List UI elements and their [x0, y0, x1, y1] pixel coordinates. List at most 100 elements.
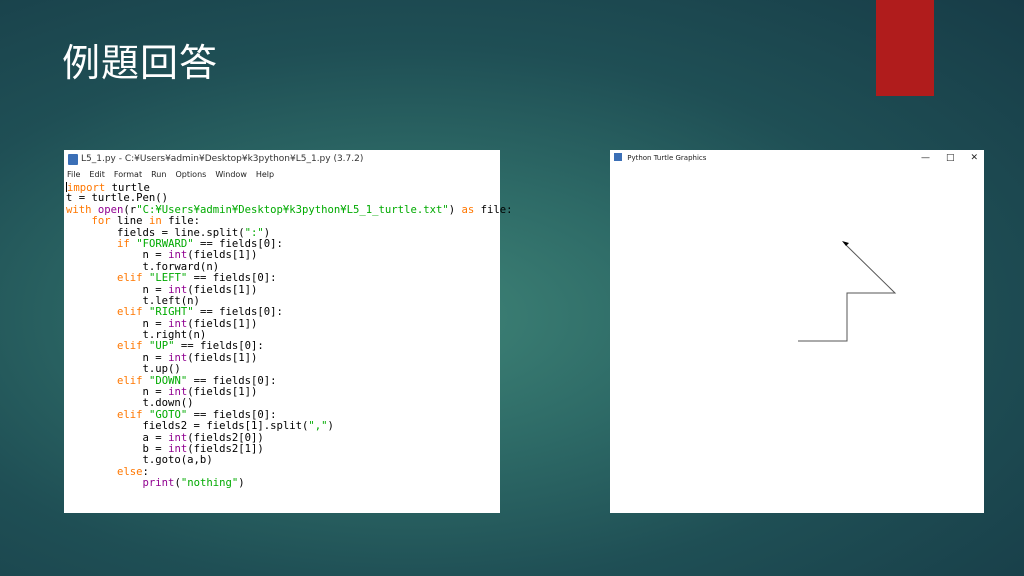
code-token: else [117, 465, 143, 478]
code-token: n = [66, 386, 169, 399]
turtle-titlebar: Python Turtle Graphics — □ ✕ [610, 150, 984, 166]
code-token: == fields[0]: [193, 306, 283, 319]
code-editor-area[interactable]: import turtle t = turtle.Pen() with open(r… [64, 182, 513, 490]
code-token: (fields[1]) [187, 351, 258, 364]
code-token: "LEFT" [148, 272, 188, 285]
code-token: elif [117, 408, 143, 421]
menu-window[interactable]: Window [215, 168, 247, 182]
code-token: elif [117, 272, 143, 285]
code-token: (fields2[0]) [187, 431, 264, 444]
idle-editor-window: L5_1.py - C:¥Users¥admin¥Desktop¥k3pytho… [64, 150, 513, 513]
turtle-arrow-icon [842, 241, 849, 246]
code-token: "FORWARD" [136, 237, 194, 250]
code-token: t.up() [66, 363, 181, 376]
code-token: "C:¥Users¥admin¥Desktop¥k3python¥L5_1_tu… [136, 203, 449, 216]
code-token: fields = line.split( [66, 226, 245, 239]
code-token: elif [117, 340, 143, 353]
code-token: int [168, 351, 188, 364]
code-token: t.down() [66, 397, 194, 410]
code-token: (fields[1]) [187, 386, 258, 399]
code-token: ) [448, 203, 462, 216]
red-accent-tab [876, 0, 934, 96]
code-token: "nothing" [180, 477, 239, 490]
maximize-icon[interactable]: □ [946, 150, 955, 166]
code-token: print [142, 477, 175, 490]
code-token: ) [238, 477, 245, 490]
code-token: if [117, 237, 130, 250]
turtle-canvas [798, 241, 897, 342]
code-token: file: [161, 215, 200, 228]
code-token: elif [117, 374, 143, 387]
code-token: line [110, 215, 149, 228]
editor-menubar: File Edit Format Run Options Window Help [64, 168, 500, 182]
code-token: in [148, 215, 162, 228]
menu-format[interactable]: Format [114, 168, 142, 182]
menu-help[interactable]: Help [256, 168, 274, 182]
close-icon[interactable]: ✕ [970, 150, 978, 166]
code-token: int [168, 386, 188, 399]
code-token: int [168, 431, 188, 444]
code-token: b = [66, 442, 169, 455]
code-token: == fields[0]: [174, 340, 264, 353]
minimize-icon[interactable]: — [921, 150, 930, 166]
code-token: file: [474, 203, 513, 216]
code-token: t.right(n) [66, 329, 207, 342]
turtle-graphics-window: Python Turtle Graphics — □ ✕ [610, 150, 984, 513]
code-token: int [168, 283, 188, 296]
code-token: (fields2[1]) [187, 442, 264, 455]
code-token: a = [66, 431, 169, 444]
code-token: with [66, 203, 92, 216]
slide-title: 例題回答 [62, 41, 219, 85]
editor-title: L5_1.py - C:¥Users¥admin¥Desktop¥k3pytho… [81, 154, 364, 164]
code-token: == fields[0]: [187, 408, 277, 421]
code-token: t.forward(n) [66, 260, 220, 273]
code-token: "RIGHT" [148, 306, 194, 319]
code-token: (fields[1]) [187, 283, 258, 296]
window-controls: — □ ✕ [921, 150, 978, 166]
code-token: t.left(n) [66, 294, 200, 307]
code-token: n = [66, 249, 169, 262]
code-line: print("nothing") [66, 477, 500, 490]
code-token: int [168, 442, 188, 455]
code-token: int [168, 249, 188, 262]
code-token: open [97, 203, 124, 216]
turtle-drawing-path [798, 244, 897, 342]
code-token: t.goto(a,b) [66, 454, 213, 467]
menu-run[interactable]: Run [151, 168, 166, 182]
menu-options[interactable]: Options [175, 168, 206, 182]
menu-edit[interactable]: Edit [89, 168, 105, 182]
python-file-icon [68, 153, 78, 165]
menu-file[interactable]: File [67, 168, 80, 182]
code-token: : [142, 465, 149, 478]
code-token: "UP" [148, 340, 175, 353]
code-token: (fields[1]) [187, 249, 258, 262]
python-app-icon [614, 153, 622, 161]
code-token: as [461, 203, 475, 216]
code-token: ) [327, 420, 334, 433]
code-token: elif [117, 306, 143, 319]
code-token: ":" [244, 226, 264, 239]
turtle-window-title: Python Turtle Graphics [627, 154, 707, 162]
code-token: fields2 = fields[1].split( [66, 420, 309, 433]
code-token: == fields[0]: [187, 272, 277, 285]
editor-titlebar: L5_1.py - C:¥Users¥admin¥Desktop¥k3pytho… [64, 150, 500, 168]
code-token: t = turtle.Pen() [66, 192, 169, 205]
code-token: "DOWN" [148, 374, 188, 387]
code-token: "," [308, 420, 328, 433]
code-token: n = [66, 351, 169, 364]
code-token: == fields[0]: [187, 374, 277, 387]
code-token: ) [263, 226, 271, 239]
code-token: (r [123, 203, 137, 216]
code-token: "GOTO" [148, 408, 188, 421]
code-token: (fields[1]) [187, 317, 258, 330]
code-token: int [168, 317, 188, 330]
